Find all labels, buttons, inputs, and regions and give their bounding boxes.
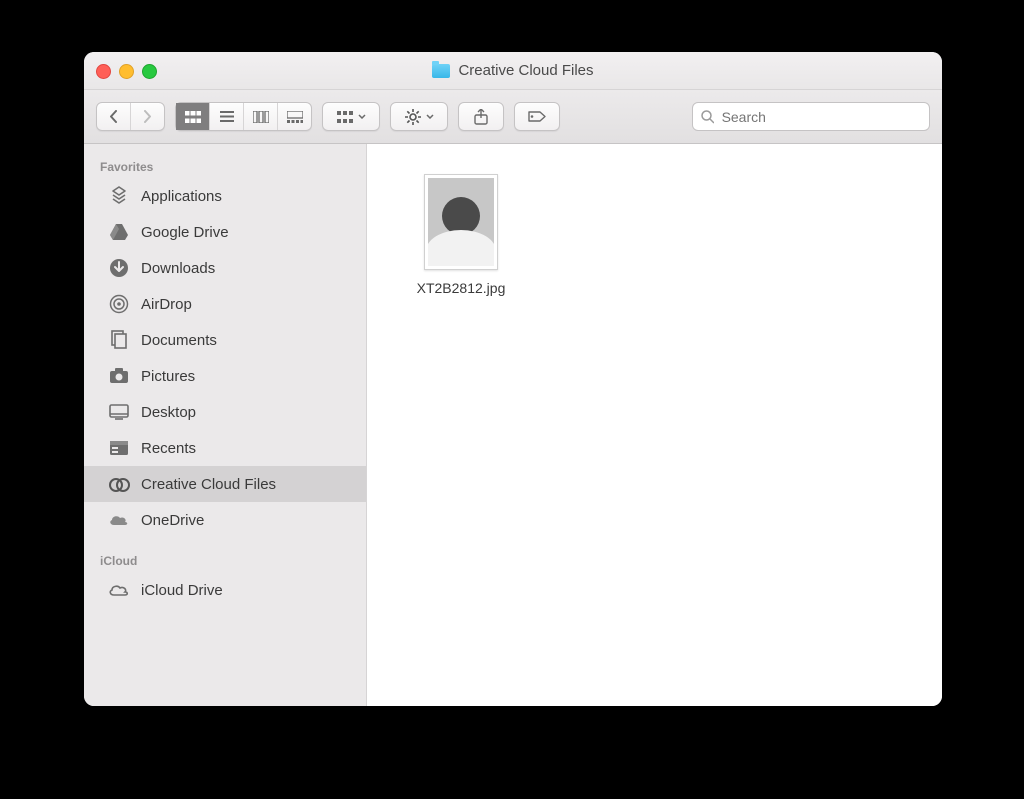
applications-icon (108, 185, 130, 207)
sidebar-item-icloud-drive[interactable]: iCloud Drive (84, 572, 366, 608)
cloud-icon (108, 509, 130, 531)
window-title-text: Creative Cloud Files (458, 62, 593, 79)
sidebar-item-documents[interactable]: Documents (84, 322, 366, 358)
nav-buttons (96, 102, 165, 131)
gallery-icon (287, 111, 303, 123)
section-header-favorites: Favorites (84, 154, 366, 178)
sidebar-item-recents[interactable]: Recents (84, 430, 366, 466)
share-icon (474, 109, 488, 125)
sidebar-item-label: Google Drive (141, 224, 229, 241)
content-area[interactable]: XT2B2812.jpg (367, 144, 942, 706)
downloads-icon (108, 257, 130, 279)
folder-icon (432, 64, 450, 78)
sidebar-item-airdrop[interactable]: AirDrop (84, 286, 366, 322)
sidebar-item-onedrive[interactable]: OneDrive (84, 502, 366, 538)
share-button[interactable] (458, 102, 504, 131)
chevron-right-icon (143, 110, 152, 123)
cloud-icon (108, 579, 130, 601)
search-input[interactable] (720, 108, 921, 126)
sidebar: Favorites Applications Google Drive Down… (84, 144, 367, 706)
window-body: Favorites Applications Google Drive Down… (84, 144, 942, 706)
documents-icon (108, 329, 130, 351)
grid-icon (185, 111, 201, 123)
arrange-icon (337, 111, 353, 123)
search-icon (701, 110, 714, 124)
sidebar-item-label: iCloud Drive (141, 582, 223, 599)
pictures-icon (108, 365, 130, 387)
sidebar-item-creative-cloud[interactable]: Creative Cloud Files (84, 466, 366, 502)
traffic-lights (96, 64, 157, 79)
airdrop-icon (108, 293, 130, 315)
titlebar: Creative Cloud Files (84, 52, 942, 90)
sidebar-item-pictures[interactable]: Pictures (84, 358, 366, 394)
close-button[interactable] (96, 64, 111, 79)
view-icon-button[interactable] (176, 103, 210, 130)
view-column-button[interactable] (244, 103, 278, 130)
window-title: Creative Cloud Files (432, 62, 593, 79)
list-icon (220, 111, 234, 122)
file-thumbnail (424, 174, 498, 270)
sidebar-item-label: Pictures (141, 368, 195, 385)
sidebar-item-label: Applications (141, 188, 222, 205)
view-gallery-button[interactable] (278, 103, 311, 130)
back-button[interactable] (97, 103, 131, 130)
sidebar-item-label: Downloads (141, 260, 215, 277)
chevron-down-icon (426, 114, 434, 119)
sidebar-item-downloads[interactable]: Downloads (84, 250, 366, 286)
zoom-button[interactable] (142, 64, 157, 79)
sidebar-item-label: Creative Cloud Files (141, 476, 276, 493)
sidebar-item-label: Recents (141, 440, 196, 457)
sidebar-item-gdrive[interactable]: Google Drive (84, 214, 366, 250)
sidebar-item-label: OneDrive (141, 512, 204, 529)
sidebar-item-label: AirDrop (141, 296, 192, 313)
view-list-button[interactable] (210, 103, 244, 130)
section-header-icloud: iCloud (84, 548, 366, 572)
action-button[interactable] (390, 102, 448, 131)
recents-icon (108, 437, 130, 459)
toolbar (84, 90, 942, 144)
sidebar-item-applications[interactable]: Applications (84, 178, 366, 214)
finder-window: Creative Cloud Files (84, 52, 942, 706)
sidebar-item-label: Documents (141, 332, 217, 349)
photo-icon (428, 178, 494, 266)
sidebar-item-desktop[interactable]: Desktop (84, 394, 366, 430)
search-field[interactable] (692, 102, 930, 131)
view-mode-buttons (175, 102, 312, 131)
chevron-left-icon (109, 110, 118, 123)
gear-icon (405, 109, 421, 125)
tags-button[interactable] (514, 102, 560, 131)
sidebar-item-label: Desktop (141, 404, 196, 421)
columns-icon (253, 111, 269, 123)
creative-cloud-icon (108, 473, 130, 495)
chevron-down-icon (358, 114, 366, 119)
desktop-icon (108, 401, 130, 423)
file-name: XT2B2812.jpg (401, 280, 521, 296)
forward-button[interactable] (131, 103, 164, 130)
tag-icon (527, 110, 547, 123)
file-item[interactable]: XT2B2812.jpg (401, 174, 521, 296)
gdrive-icon (108, 221, 130, 243)
arrange-button[interactable] (322, 102, 380, 131)
minimize-button[interactable] (119, 64, 134, 79)
